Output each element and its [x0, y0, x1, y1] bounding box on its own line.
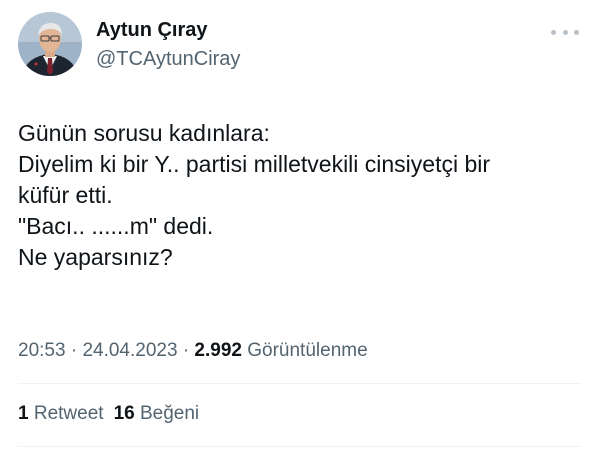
views-label: Görüntülenme — [247, 340, 368, 361]
tweet-text-line: "Bacı.. ......m" dedi. — [18, 213, 214, 239]
likes-label: Beğeni — [139, 403, 200, 424]
tweet-card: Aytun Çıray @TCAytunCiray Günün sorusu k… — [0, 0, 599, 450]
retweets-link[interactable]: 1 Retweet — [18, 403, 104, 424]
dot — [551, 29, 556, 35]
meta-separator: · — [70, 340, 78, 361]
tweet-time[interactable]: 20:53 — [18, 340, 66, 361]
divider — [18, 446, 581, 447]
tweet-stats: 1 Retweet 16 Beğeni — [18, 403, 199, 425]
tweet-text: Günün sorusu kadınlara: Diyelim ki bir Y… — [18, 118, 588, 273]
meta-separator: · — [182, 340, 190, 361]
tweet-meta: 20:53 · 24.04.2023 · 2.992 Görüntülenme — [18, 340, 368, 362]
likes-link[interactable]: 16 Beğeni — [114, 403, 200, 424]
avatar[interactable] — [18, 12, 82, 76]
author-handle[interactable]: @TCAytunCiray — [96, 48, 240, 71]
likes-count: 16 — [113, 403, 135, 424]
tweet-date[interactable]: 24.04.2023 — [82, 340, 177, 361]
tweet-text-line: Günün sorusu kadınlara: — [18, 120, 270, 146]
author-display-name[interactable]: Aytun Çıray — [96, 19, 208, 42]
tweet-text-line: küfür etti. — [18, 182, 113, 208]
divider — [18, 383, 581, 384]
retweets-count: 1 — [18, 403, 29, 424]
dot — [574, 29, 579, 35]
tweet-text-line: Diyelim ki bir Y.. partisi milletvekili … — [18, 151, 491, 177]
more-options-icon[interactable] — [551, 22, 579, 42]
tweet-text-line: Ne yaparsınız? — [18, 244, 173, 270]
retweets-label: Retweet — [33, 403, 104, 424]
views-count: 2.992 — [194, 340, 242, 361]
dot — [562, 29, 568, 35]
